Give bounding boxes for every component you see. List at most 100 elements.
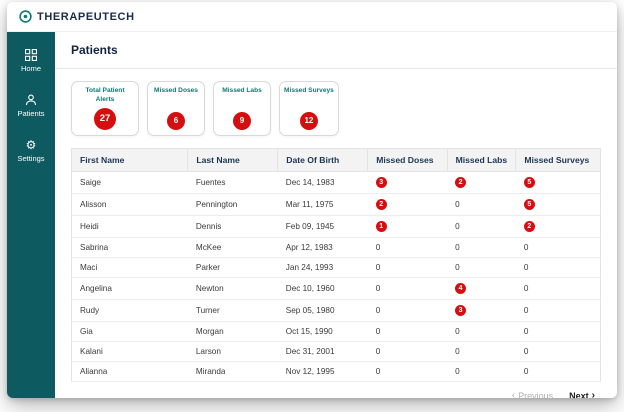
previous-page-button[interactable]: ‹ Previous xyxy=(512,390,554,398)
cell-date-of-birth: Mar 11, 1975 xyxy=(277,193,368,216)
cell-missed-doses: 0 xyxy=(367,299,448,322)
logo-text: THERAPEUTECH xyxy=(37,10,135,23)
cell-missed-labs: 4 xyxy=(447,277,516,300)
cell-missed-surveys: 0 xyxy=(515,321,601,342)
table-row[interactable]: Alianna Miranda Nov 12, 1995 0 0 0 xyxy=(71,361,601,382)
cell-missed-surveys: 0 xyxy=(515,361,601,382)
cell-missed-surveys: 5 xyxy=(515,171,601,194)
cell-missed-doses: 0 xyxy=(367,341,448,362)
card-missed-doses[interactable]: Missed Doses 6 xyxy=(147,81,205,136)
table-row[interactable]: Gia Morgan Oct 15, 1990 0 0 0 xyxy=(71,321,601,342)
app-logo: THERAPEUTECH xyxy=(19,10,135,23)
cell-date-of-birth: Apr 12, 1983 xyxy=(277,237,368,258)
cell-missed-doses: 0 xyxy=(367,237,448,258)
cell-date-of-birth: Dec 31, 2001 xyxy=(277,341,368,362)
cell-missed-doses: 0 xyxy=(367,257,448,278)
cell-missed-surveys: 0 xyxy=(515,257,601,278)
card-label: Total Patient Alerts xyxy=(85,87,125,103)
table-row[interactable]: Heidi Dennis Feb 09, 1945 1 0 2 xyxy=(71,215,601,238)
card-missed-surveys[interactable]: Missed Surveys 12 xyxy=(279,81,339,136)
cell-last-name: Morgan xyxy=(187,321,278,342)
column-header-date-of-birth: Date Of Birth xyxy=(277,147,369,172)
cell-first-name: Rudy xyxy=(71,299,188,322)
card-missed-labs[interactable]: Missed Labs 9 xyxy=(213,81,271,136)
table-row[interactable]: Kalani Larson Dec 31, 2001 0 0 0 xyxy=(71,341,601,362)
card-label: Missed Doses xyxy=(154,87,198,94)
column-header-missed-labs: Missed Labs xyxy=(446,147,517,172)
sidebar-item-patients[interactable]: Patients xyxy=(7,93,55,118)
table-row[interactable]: Angelina Newton Dec 10, 1960 0 4 0 xyxy=(71,277,601,300)
cell-missed-doses: 1 xyxy=(367,215,448,238)
table-row[interactable]: Alisson Pennington Mar 11, 1975 2 0 5 xyxy=(71,193,601,216)
cell-last-name: Turner xyxy=(187,299,278,322)
alert-count-badge: 5 xyxy=(523,198,535,210)
gear-icon: ⚙ xyxy=(25,137,37,152)
cell-missed-labs: 0 xyxy=(447,237,516,258)
cell-first-name: Saige xyxy=(71,171,188,194)
cell-missed-labs: 0 xyxy=(447,321,516,342)
sidebar-item-label: Patients xyxy=(17,109,45,118)
cell-missed-surveys: 0 xyxy=(515,299,601,322)
table-row[interactable]: Saige Fuentes Dec 14, 1983 3 2 5 xyxy=(71,171,601,194)
alert-count-badge: 5 xyxy=(523,176,535,188)
card-label: Missed Surveys xyxy=(284,87,334,94)
cell-first-name: Gia xyxy=(71,321,188,342)
cell-first-name: Maci xyxy=(71,257,188,278)
table-header-row: First Name Last Name Date Of Birth Misse… xyxy=(70,147,601,172)
cell-date-of-birth: Nov 12, 1995 xyxy=(277,361,368,382)
cell-first-name: Alianna xyxy=(71,361,188,382)
alert-count-badge: 2 xyxy=(455,176,467,188)
cell-date-of-birth: Feb 09, 1945 xyxy=(277,215,368,238)
column-header-last-name: Last Name xyxy=(187,147,279,172)
cell-first-name: Heidi xyxy=(71,215,188,238)
alert-count-badge: 4 xyxy=(455,282,467,294)
page-title: Patients xyxy=(71,43,118,57)
table-row[interactable]: Sabrina McKee Apr 12, 1983 0 0 0 xyxy=(71,237,601,258)
main-content: Patients Total Patient Alerts 27 Missed … xyxy=(55,32,617,398)
sidebar-item-home[interactable]: Home xyxy=(7,48,55,73)
table-row[interactable]: Maci Parker Jan 24, 1993 0 0 0 xyxy=(71,257,601,278)
cell-missed-doses: 0 xyxy=(367,277,448,300)
sidebar-item-label: Settings xyxy=(17,154,45,163)
cell-last-name: Dennis xyxy=(187,215,278,238)
cell-last-name: Miranda xyxy=(187,361,278,382)
page-title-bar: Patients xyxy=(55,32,617,69)
sidebar: Home Patients ⚙ Settings xyxy=(7,32,55,398)
cell-missed-labs: 0 xyxy=(447,215,516,238)
cell-missed-doses: 0 xyxy=(367,321,448,342)
stat-cards-row: Total Patient Alerts 27 Missed Doses 6 M… xyxy=(71,81,601,136)
cell-last-name: Larson xyxy=(187,341,278,362)
cell-first-name: Alisson xyxy=(71,193,188,216)
card-label: Missed Labs xyxy=(222,87,262,94)
sidebar-item-settings[interactable]: ⚙ Settings xyxy=(7,137,55,164)
person-icon xyxy=(25,93,38,106)
alert-count-badge: 9 xyxy=(233,111,251,130)
cell-date-of-birth: Jan 24, 1993 xyxy=(277,257,368,278)
patients-table: First Name Last Name Date Of Birth Misse… xyxy=(70,147,601,382)
previous-label: Previous xyxy=(518,390,554,398)
home-grid-icon xyxy=(25,48,38,61)
table-row[interactable]: Rudy Turner Sep 05, 1980 0 3 0 xyxy=(71,299,601,322)
cell-date-of-birth: Dec 14, 1983 xyxy=(277,171,368,194)
cell-last-name: Pennington xyxy=(187,193,278,216)
cell-missed-surveys: 0 xyxy=(515,237,601,258)
cell-missed-surveys: 5 xyxy=(515,193,601,216)
card-total-patient-alerts[interactable]: Total Patient Alerts 27 xyxy=(71,81,139,136)
cell-missed-labs: 0 xyxy=(447,257,516,278)
column-header-first-name: First Name xyxy=(70,147,189,172)
app-window: THERAPEUTECH Home Patients ⚙ Settings Pa… xyxy=(7,2,617,398)
alert-count-badge: 12 xyxy=(299,111,318,130)
next-page-button[interactable]: Next › xyxy=(569,390,595,398)
cell-missed-surveys: 0 xyxy=(515,341,601,362)
cell-date-of-birth: Oct 15, 1990 xyxy=(277,321,368,342)
cell-missed-surveys: 0 xyxy=(515,277,601,300)
column-header-missed-surveys: Missed Surveys xyxy=(515,147,601,172)
cell-last-name: Fuentes xyxy=(187,171,278,194)
alert-count-badge: 1 xyxy=(375,220,387,232)
cell-missed-doses: 0 xyxy=(367,361,448,382)
alert-count-badge: 27 xyxy=(94,107,116,130)
cell-date-of-birth: Dec 10, 1960 xyxy=(277,277,368,300)
cell-missed-doses: 2 xyxy=(367,193,448,216)
cell-missed-labs: 3 xyxy=(447,299,516,322)
alert-count-badge: 6 xyxy=(167,111,185,130)
